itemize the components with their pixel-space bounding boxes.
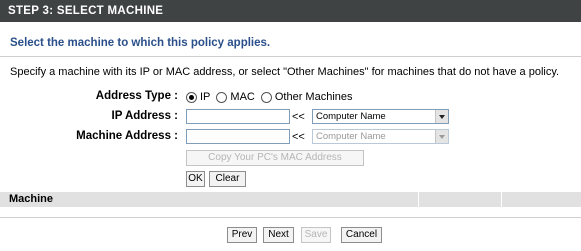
section-subtitle: Select the machine to which this policy … bbox=[10, 37, 271, 49]
machine-computer-name-select[interactable]: Computer Name bbox=[312, 129, 449, 144]
column-separator bbox=[501, 192, 502, 207]
other-machines-radio-label: Other Machines bbox=[274, 91, 353, 103]
prev-button[interactable]: Prev bbox=[227, 227, 257, 243]
clear-button[interactable]: Clear bbox=[209, 171, 246, 187]
ip-address-label: IP Address : bbox=[111, 110, 178, 122]
column-separator bbox=[418, 192, 419, 207]
save-button[interactable]: Save bbox=[301, 227, 331, 243]
instructions-text: Specify a machine with its IP or MAC add… bbox=[10, 66, 560, 78]
cancel-button[interactable]: Cancel bbox=[341, 227, 382, 243]
ok-button[interactable]: OK bbox=[186, 171, 205, 187]
ip-computer-name-select[interactable]: Computer Name bbox=[312, 109, 449, 124]
chevron-down-icon[interactable] bbox=[435, 110, 448, 123]
divider bbox=[0, 56, 581, 57]
divider bbox=[0, 217, 581, 218]
machine-table-header: Machine bbox=[0, 192, 581, 207]
chevron-down-icon[interactable] bbox=[435, 130, 448, 143]
address-type-radio-group: IP MAC Other Machines bbox=[186, 90, 359, 104]
machine-computer-name-value: Computer Name bbox=[316, 131, 386, 142]
copy-mac-address-button[interactable]: Copy Your PC's MAC Address bbox=[186, 150, 364, 166]
address-type-label: Address Type : bbox=[95, 90, 178, 102]
step-header-bar: STEP 3: SELECT MACHINE bbox=[0, 0, 581, 22]
ip-radio[interactable] bbox=[186, 91, 197, 103]
next-button[interactable]: Next bbox=[263, 227, 294, 243]
mac-radio[interactable] bbox=[216, 91, 228, 103]
ip-computer-name-value: Computer Name bbox=[316, 111, 386, 122]
other-machines-radio[interactable] bbox=[260, 91, 272, 103]
mac-radio-label: MAC bbox=[230, 91, 255, 103]
machine-address-arrows: << bbox=[292, 131, 305, 143]
ip-address-input[interactable] bbox=[186, 109, 290, 124]
machine-column-header: Machine bbox=[9, 193, 54, 205]
ip-radio-label: IP bbox=[200, 91, 211, 103]
machine-address-label: Machine Address : bbox=[76, 130, 178, 142]
ip-address-arrows: << bbox=[292, 111, 305, 123]
policy-wizard-page: STEP 3: SELECT MACHINE Select the machin… bbox=[0, 0, 581, 251]
machine-address-input[interactable] bbox=[186, 129, 290, 144]
step-title: STEP 3: SELECT MACHINE bbox=[8, 5, 164, 17]
